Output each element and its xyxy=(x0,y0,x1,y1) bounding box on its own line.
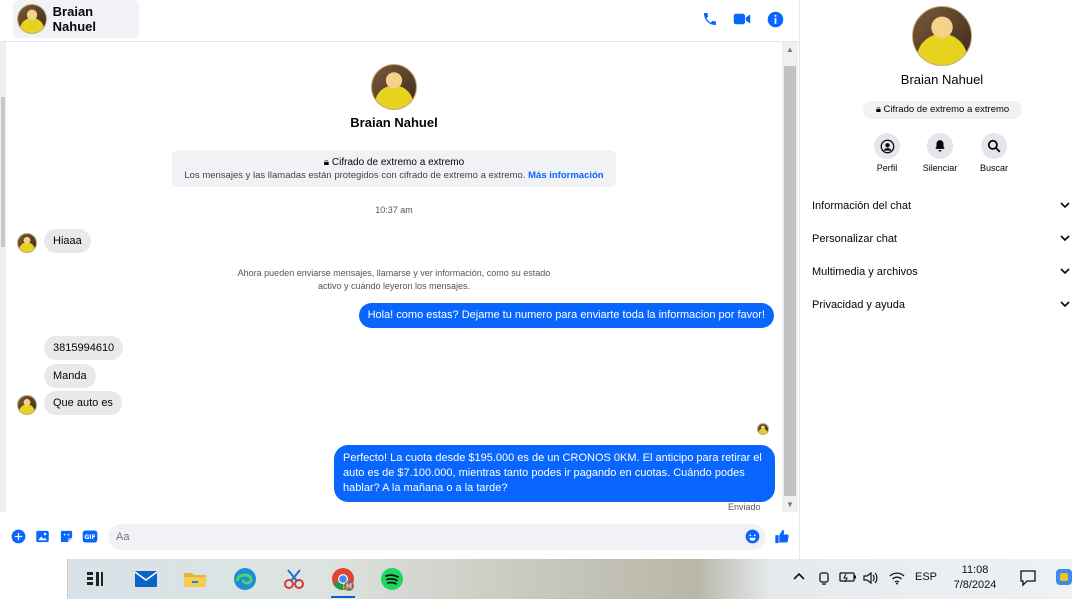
battery-icon[interactable] xyxy=(839,571,857,586)
lock-icon: 🔒︎ xyxy=(875,104,881,115)
copilot-icon[interactable] xyxy=(1056,567,1072,592)
meet-now-icon[interactable] xyxy=(817,571,831,588)
scroll-down-arrow-icon[interactable]: ▼ xyxy=(785,500,795,510)
seen-avatar xyxy=(757,423,769,435)
incoming-message[interactable]: Hiaaa xyxy=(44,229,91,253)
section-label: Información del chat xyxy=(812,200,912,212)
message-status: Enviado xyxy=(728,502,761,512)
messenger-window: Braian Nahuel Braian Nahuel 🔒︎ Cifrado d… xyxy=(0,0,1072,559)
notifications-icon[interactable] xyxy=(1019,569,1037,590)
section-label: Multimedia y archivos xyxy=(812,266,918,278)
chrome-browser-icon[interactable]: M xyxy=(329,565,357,598)
section-chat-info[interactable]: Información del chat xyxy=(812,196,1072,216)
language-indicator[interactable]: ESP xyxy=(915,571,937,583)
lock-icon: 🔒︎ xyxy=(323,157,330,168)
message-avatar xyxy=(17,395,37,415)
e2e-badge: 🔒︎ Cifrado de extremo a extremo xyxy=(863,101,1022,119)
profile-action[interactable]: Perfil xyxy=(867,133,907,173)
info-contact-avatar[interactable] xyxy=(912,6,972,66)
phone-icon[interactable] xyxy=(701,10,719,28)
spotify-icon[interactable] xyxy=(378,565,406,593)
message-composer: GIF xyxy=(0,522,800,552)
profile-icon[interactable] xyxy=(874,133,900,159)
plus-icon[interactable] xyxy=(10,528,26,544)
system-clock[interactable]: 11:08 7/8/2024 xyxy=(950,563,1000,593)
contact-avatar xyxy=(17,4,47,34)
search-action-label: Buscar xyxy=(979,163,1008,173)
message-input-wrap[interactable] xyxy=(108,524,766,550)
header-contact-name: Braian Nahuel xyxy=(52,4,96,34)
chevron-down-icon xyxy=(1060,233,1070,245)
e2e-description: Los mensajes y las llamadas están proteg… xyxy=(184,170,526,181)
message-list: Braian Nahuel 🔒︎ Cifrado de extremo a ex… xyxy=(6,42,782,512)
chat-header: Braian Nahuel xyxy=(0,0,800,42)
clock-time: 11:08 xyxy=(961,564,989,576)
info-icon[interactable] xyxy=(766,10,784,28)
conversation-avatar xyxy=(371,64,417,110)
bell-icon[interactable] xyxy=(927,133,953,159)
taskbar-search-area[interactable] xyxy=(0,559,68,599)
more-info-link[interactable]: Más información xyxy=(528,170,604,181)
search-action[interactable]: Buscar xyxy=(974,133,1014,173)
sticker-icon[interactable] xyxy=(58,528,74,544)
chevron-down-icon xyxy=(1060,299,1070,311)
profile-action-label: Perfil xyxy=(876,163,898,173)
scrollbar-thumb[interactable] xyxy=(784,66,796,496)
info-contact-name: Braian Nahuel xyxy=(900,72,984,87)
file-explorer-icon[interactable] xyxy=(181,565,209,593)
video-call-icon[interactable] xyxy=(733,10,751,28)
clock-date: 7/8/2024 xyxy=(953,579,997,591)
incoming-message[interactable]: 3815994610 xyxy=(44,336,124,360)
outgoing-message[interactable]: Perfecto! La cuota desde $195.000 es de … xyxy=(334,445,775,502)
message-avatar xyxy=(17,233,37,253)
section-privacy-help[interactable]: Privacidad y ayuda xyxy=(812,295,1072,315)
section-label: Personalizar chat xyxy=(812,233,897,245)
edge-browser-icon[interactable] xyxy=(231,565,259,593)
section-media-files[interactable]: Multimedia y archivos xyxy=(812,262,1072,282)
mail-icon[interactable] xyxy=(132,565,160,593)
like-icon[interactable] xyxy=(774,528,790,544)
mute-action[interactable]: Silenciar xyxy=(920,133,960,173)
gif-icon[interactable]: GIF xyxy=(82,528,98,544)
message-input[interactable] xyxy=(108,524,728,550)
message-scrollbar[interactable]: ▲ ▼ xyxy=(782,42,798,512)
conversation-contact-name: Braian Nahuel xyxy=(350,115,438,130)
mute-action-label: Silenciar xyxy=(922,163,958,173)
incoming-message[interactable]: Manda xyxy=(44,364,96,388)
wifi-icon[interactable] xyxy=(889,571,905,588)
header-contact[interactable]: Braian Nahuel xyxy=(13,0,139,38)
e2e-title-row: 🔒︎ Cifrado de extremo a extremo xyxy=(172,157,616,168)
chat-info-panel: Braian Nahuel 🔒︎ Cifrado de extremo a ex… xyxy=(800,0,1072,559)
system-note-line: activo y cuándo leyeron los mensajes. xyxy=(317,281,471,291)
emoji-icon[interactable] xyxy=(744,528,760,544)
task-view-icon[interactable] xyxy=(81,565,109,593)
system-note-line: Ahora pueden enviarse mensajes, llamarse… xyxy=(237,268,551,278)
e2e-title: Cifrado de extremo a extremo xyxy=(331,157,465,168)
scroll-up-arrow-icon[interactable]: ▲ xyxy=(785,45,795,55)
search-icon[interactable] xyxy=(981,133,1007,159)
section-label: Privacidad y ayuda xyxy=(812,299,905,311)
snipping-tool-icon[interactable] xyxy=(280,565,308,593)
tray-chevron-up-icon[interactable] xyxy=(793,571,805,584)
system-note: Ahora pueden enviarse mensajes, llamarse… xyxy=(194,267,594,293)
chat-column: Braian Nahuel Braian Nahuel 🔒︎ Cifrado d… xyxy=(0,0,800,559)
chevron-down-icon xyxy=(1060,266,1070,278)
e2e-badge-label: Cifrado de extremo a extremo xyxy=(883,104,1010,115)
photo-icon[interactable] xyxy=(34,528,50,544)
message-timestamp: 10:37 am xyxy=(375,205,413,215)
outgoing-message[interactable]: Hola! como estas? Dejame tu numero para … xyxy=(358,303,774,328)
section-customize-chat[interactable]: Personalizar chat xyxy=(812,229,1072,249)
e2e-description-row: Los mensajes y las llamadas están proteg… xyxy=(172,170,616,181)
svg-text:M: M xyxy=(346,583,352,591)
incoming-message[interactable]: Que auto es xyxy=(44,391,122,415)
e2e-notice: 🔒︎ Cifrado de extremo a extremo Los mens… xyxy=(172,150,616,187)
windows-taskbar: M ESP 11:08 7/8/2024 xyxy=(0,559,1072,599)
chevron-down-icon xyxy=(1060,200,1070,212)
svg-text:GIF: GIF xyxy=(84,534,95,541)
volume-icon[interactable] xyxy=(863,571,879,588)
